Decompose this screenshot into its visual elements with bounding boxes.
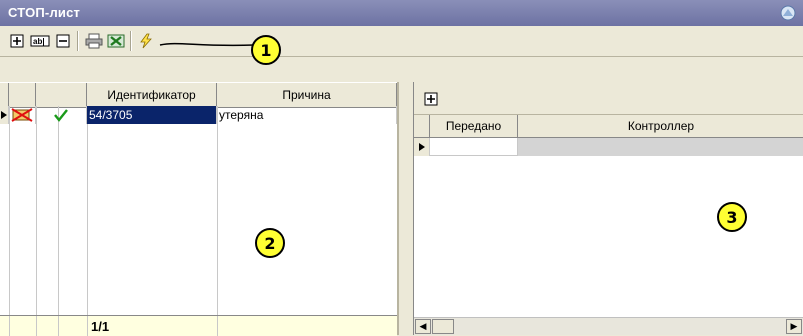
header-indicator xyxy=(414,115,430,137)
callout-pointer xyxy=(159,42,255,47)
table-row[interactable] xyxy=(414,138,803,156)
check-icon xyxy=(36,106,87,124)
column-header-reason[interactable]: Причина xyxy=(217,83,397,107)
main-toolbar: ab| xyxy=(0,26,803,57)
grid-line xyxy=(87,106,88,315)
grid-header: Идентификатор Причина xyxy=(0,82,397,108)
add-transfer-button[interactable] xyxy=(422,90,440,108)
rename-button[interactable]: ab| xyxy=(29,32,51,50)
printer-icon xyxy=(85,33,103,49)
right-grid-header: Передано Контроллер xyxy=(414,115,803,138)
svg-text:ab|: ab| xyxy=(33,37,45,46)
right-toolbar xyxy=(414,82,803,115)
callout-2: 2 xyxy=(255,228,285,258)
grid-line xyxy=(58,106,59,315)
plus-icon xyxy=(10,34,24,48)
callout-1: 1 xyxy=(251,35,281,65)
row-indicator xyxy=(414,138,430,156)
row-indicator xyxy=(0,106,9,124)
lightning-icon xyxy=(140,33,152,49)
print-button[interactable] xyxy=(84,32,104,50)
grid-line xyxy=(36,106,37,315)
toolbar-separator xyxy=(130,31,132,51)
header-checked xyxy=(36,83,87,107)
grid-line xyxy=(217,106,218,315)
column-header-transferred[interactable]: Передано xyxy=(430,115,518,137)
blocked-card-icon xyxy=(9,106,36,124)
record-counter: 1/1 xyxy=(91,319,110,334)
app-icon xyxy=(779,4,797,22)
cell-identifier[interactable]: 54/3705 xyxy=(87,106,217,124)
excel-button[interactable] xyxy=(106,32,126,50)
callout-3: 3 xyxy=(717,202,747,232)
header-status xyxy=(9,83,36,107)
grid-footer: 1/1 xyxy=(0,315,397,336)
column-header-controller[interactable]: Контроллер xyxy=(518,115,803,137)
scroll-thumb[interactable] xyxy=(432,319,454,334)
grid-line xyxy=(9,106,10,315)
horizontal-scrollbar[interactable]: ◀ ▶ xyxy=(414,317,803,335)
toolbar-separator xyxy=(77,31,79,51)
plus-icon xyxy=(424,92,438,106)
cell-reason[interactable]: утеряна xyxy=(217,106,397,124)
header-indicator xyxy=(0,83,9,107)
add-button[interactable] xyxy=(8,32,26,50)
stop-list-grid: Идентификатор Причина 54/3705 утеряна 1/… xyxy=(0,82,399,336)
scroll-left-button[interactable]: ◀ xyxy=(415,319,431,334)
window-title: СТОП-лист xyxy=(8,5,81,20)
window-title-bar: СТОП-лист xyxy=(0,0,803,26)
scroll-right-button[interactable]: ▶ xyxy=(786,319,802,334)
cell-transferred[interactable] xyxy=(430,138,518,156)
execute-button[interactable] xyxy=(137,32,155,50)
remove-button[interactable] xyxy=(54,32,72,50)
minus-icon xyxy=(56,34,70,48)
excel-icon xyxy=(107,34,125,48)
table-row[interactable]: 54/3705 утеряна xyxy=(0,106,397,124)
column-header-identifier[interactable]: Идентификатор xyxy=(87,83,217,107)
cell-controller[interactable] xyxy=(518,138,803,156)
text-field-icon: ab| xyxy=(30,35,50,47)
